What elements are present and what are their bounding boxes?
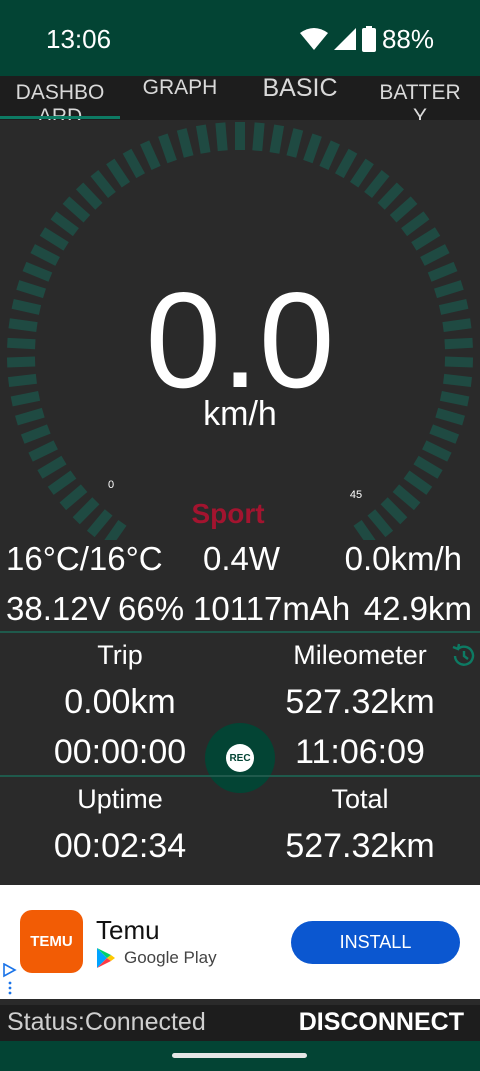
tab-dashboard[interactable]: DASHBOARD bbox=[0, 76, 120, 120]
total-label: Total bbox=[331, 784, 389, 814]
status-time: 13:06 bbox=[46, 24, 112, 54]
gauge-tick bbox=[106, 158, 131, 188]
gauge-tick bbox=[75, 182, 103, 210]
trip-label: Trip bbox=[97, 640, 143, 670]
gauge-tick bbox=[62, 196, 91, 223]
uptime-label: Uptime bbox=[77, 784, 163, 814]
temu-logo-text: TEMU bbox=[30, 933, 73, 950]
gauge-tick bbox=[401, 211, 430, 237]
battery-percentage: 88% bbox=[381, 23, 434, 54]
temperature-value: 16°C/16°C bbox=[6, 540, 163, 577]
battery-icon bbox=[361, 26, 376, 52]
divider bbox=[0, 631, 480, 633]
range-value: 42.9km bbox=[363, 590, 472, 627]
gauge-tick bbox=[195, 124, 211, 154]
tab-battery[interactable]: BATTERY bbox=[360, 76, 480, 120]
system-status-bar: 13:06 88% bbox=[0, 0, 480, 76]
gauge-tick bbox=[411, 227, 441, 251]
gauge-tick bbox=[364, 169, 390, 199]
system-navigation-bar bbox=[0, 1041, 480, 1071]
gauge-tick bbox=[413, 455, 443, 479]
ad-app-name: Temu bbox=[96, 915, 160, 945]
record-label: REC bbox=[226, 744, 254, 772]
gauge-tick bbox=[50, 211, 79, 237]
gauge-tick bbox=[335, 148, 358, 179]
total-distance: 527.32km bbox=[285, 827, 435, 865]
gauge-tick bbox=[176, 128, 194, 158]
home-gesture-handle[interactable] bbox=[172, 1053, 307, 1058]
stats-row-1: 16°C/16°C 0.4W 0.0km/h bbox=[0, 540, 480, 580]
mileometer-distance: 527.32km bbox=[285, 683, 435, 721]
gauge-tick bbox=[349, 158, 374, 188]
gauge-tick bbox=[28, 440, 58, 462]
temu-logo: TEMU bbox=[20, 910, 83, 973]
wifi-icon bbox=[299, 28, 328, 50]
voltage-value: 38.12V bbox=[6, 590, 111, 627]
connection-status: Status:Connected bbox=[7, 1008, 206, 1036]
gauge-tick bbox=[252, 122, 265, 152]
gauge-tick bbox=[215, 122, 228, 152]
battery-level-value: 66% bbox=[118, 590, 185, 627]
stats-row-2: 38.12V 66% 10117mAh 42.9km bbox=[0, 590, 480, 630]
gauge-min-label: 0 bbox=[108, 479, 114, 491]
gauge-tick bbox=[158, 133, 177, 164]
status-icons: 88% bbox=[299, 22, 434, 56]
divider bbox=[0, 775, 480, 777]
disconnect-button[interactable]: DISCONNECT bbox=[299, 1008, 464, 1037]
speed-unit: km/h bbox=[203, 395, 277, 433]
ad-banner[interactable]: TEMU Temu Google Play INSTALL bbox=[0, 885, 480, 999]
install-button[interactable]: INSTALL bbox=[291, 921, 460, 964]
gauge-tick bbox=[140, 140, 161, 171]
gauge-tick bbox=[90, 169, 116, 199]
gauge-tick bbox=[47, 470, 77, 495]
google-play-label: Google Play bbox=[124, 948, 217, 967]
active-tab-indicator bbox=[0, 116, 120, 119]
history-icon[interactable] bbox=[450, 642, 478, 670]
cellular-signal-icon bbox=[333, 28, 356, 50]
speed-value: 0.0 bbox=[145, 264, 335, 416]
gauge-tick bbox=[30, 244, 60, 266]
mileometer-label: Mileometer bbox=[293, 640, 427, 670]
uptime-value: 00:02:34 bbox=[53, 827, 187, 865]
gauge-tick bbox=[403, 470, 433, 495]
trip-distance: 0.00km bbox=[64, 683, 176, 721]
average-speed-value: 0.0km/h bbox=[344, 540, 462, 577]
tab-basic[interactable]: BASIC bbox=[240, 76, 360, 120]
gauge-tick bbox=[319, 140, 340, 171]
gauge-tick bbox=[422, 440, 452, 462]
tab-graph[interactable]: GRAPH bbox=[120, 76, 240, 120]
google-play-badge: Google Play bbox=[96, 947, 217, 969]
gauge-tick bbox=[420, 244, 450, 266]
connection-bar: Status:Connected DISCONNECT bbox=[0, 1005, 480, 1041]
ride-mode: Sport bbox=[191, 498, 265, 529]
gauge-tick bbox=[37, 455, 67, 479]
google-play-icon bbox=[97, 948, 115, 968]
capacity-value: 10117mAh bbox=[193, 590, 351, 627]
mileometer-time: 11:06:09 bbox=[295, 733, 425, 771]
gauge-tick bbox=[39, 227, 69, 251]
record-button[interactable]: REC bbox=[205, 723, 275, 793]
gauge-tick bbox=[377, 182, 405, 210]
tab-bar: DASHBOARD GRAPH BASIC BATTERY bbox=[0, 76, 480, 120]
gauge-tick bbox=[389, 196, 418, 223]
power-value: 0.4W bbox=[203, 540, 281, 577]
gauge-tick bbox=[286, 128, 304, 158]
gauge-tick bbox=[269, 124, 285, 154]
ad-choices-icon[interactable] bbox=[3, 963, 17, 995]
gauge-tick bbox=[303, 133, 322, 164]
trip-time: 00:00:00 bbox=[53, 733, 187, 771]
gauge-tick bbox=[122, 148, 145, 179]
